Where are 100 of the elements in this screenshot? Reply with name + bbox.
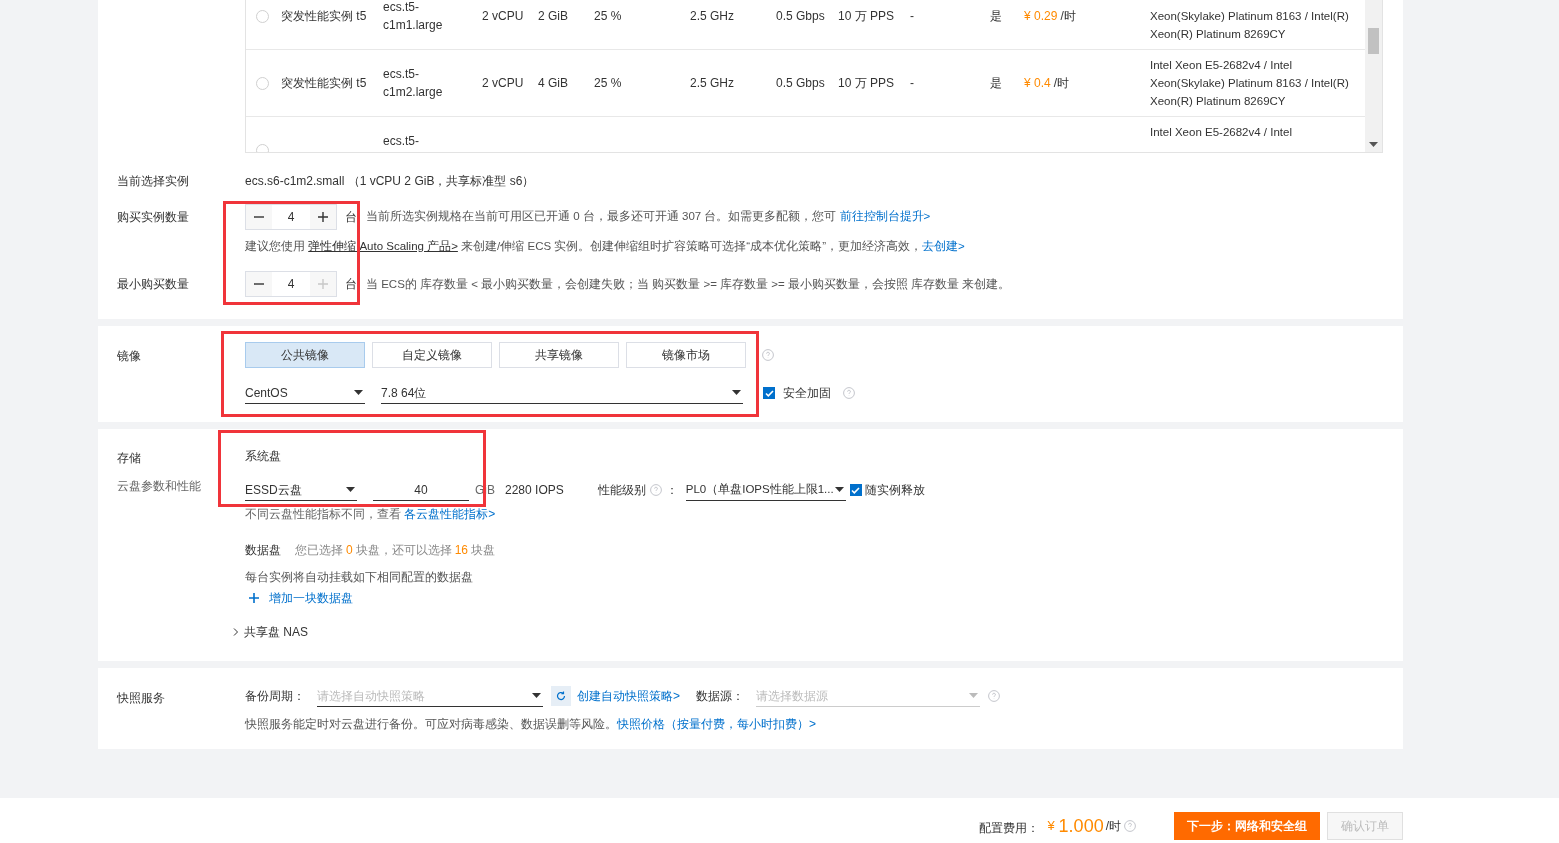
os-select[interactable]: CentOS [245, 382, 365, 405]
field-label: 性能级别 [597, 482, 646, 500]
table-cell-text: ecs.t5-c1m2.large [383, 66, 444, 101]
table-cell: 2 vCPU [482, 9, 524, 23]
image-tab[interactable]: 共享镜像 [499, 342, 619, 369]
caret-icon [346, 487, 355, 493]
iops-text: 2280 IOPS [505, 482, 564, 500]
caret-icon [732, 390, 741, 396]
disk-size-field[interactable]: 40 [373, 479, 469, 502]
price-unit: /时 [1053, 75, 1070, 92]
disk-type-select[interactable]: ESSD云盘 [245, 479, 357, 502]
field-label: 最小购买数量 [117, 276, 190, 294]
price-unit: /时 [1105, 818, 1121, 835]
table-cell-text: ecs.t5-c1m1.large [383, 0, 444, 34]
minus-button[interactable] [246, 205, 272, 229]
table-cell: 25 % [594, 9, 622, 23]
field-label: 当前选择实例 [117, 173, 190, 190]
section-label: 快照服务 [117, 690, 166, 708]
table-cell: 2 vCPU [482, 76, 524, 90]
refresh-button[interactable] [551, 686, 571, 707]
checkbox-label: 安全加固 [783, 385, 831, 403]
chevron-icon [233, 628, 239, 637]
table-cell-text: ecs.t5- [383, 133, 420, 150]
nas-toggle[interactable]: 共享盘 NAS [233, 623, 925, 642]
scroll-down-icon[interactable] [1369, 142, 1378, 147]
plus-icon [318, 212, 328, 222]
checkbox-label: 随实例释放 [864, 482, 925, 500]
caret-icon [834, 487, 844, 493]
caret-icon [969, 693, 978, 699]
section-label: 存储 [117, 450, 142, 468]
table-cell: 10 万 PPS [838, 76, 895, 90]
upgrade-link[interactable]: 前往控制台提升> [839, 210, 931, 223]
disk-title: 数据盘 [245, 542, 281, 560]
section-sublabel: 云盘参数和性能 [117, 478, 202, 496]
quantity-value: 4 [286, 209, 296, 226]
radio-button[interactable] [256, 77, 269, 90]
quota-note: 当前所选实例规格在当前可用区已开通 0 台，最多还可开通 307 台。如需更多配额，您可 前往控制台提升> [366, 209, 931, 225]
current-instance: ecs.s6-c1m2.small （1 vCPU 2 GiB，共享标准型 s6） [245, 173, 535, 190]
version-select[interactable]: 7.8 64位 [381, 382, 743, 405]
minimum-note: 当 ECS的 库存数量 < 最小购买数量，会创建失败；当 购买数量 >= 库存数量 >= 最小购买数量，会按照 库存数量 来创建。 [366, 276, 1011, 292]
table-cell: 2 GiB [538, 9, 568, 23]
plus-button[interactable] [310, 205, 336, 229]
field-label: 备份周期： [245, 688, 305, 706]
pricing-link[interactable]: 快照价格（按量付费，每小时扣费）> [617, 717, 816, 732]
performance-link[interactable]: 各云盘性能指标> [404, 507, 496, 522]
plus-icon [249, 593, 259, 604]
help-icon[interactable] [843, 387, 855, 400]
create-policy-link[interactable]: 创建自动快照策略> [577, 687, 680, 706]
help-icon[interactable] [762, 349, 774, 362]
image-tab[interactable]: 公共镜像 [245, 342, 365, 369]
cost-label: 配置费用： [979, 820, 1040, 837]
help-icon[interactable] [649, 484, 662, 497]
help-icon[interactable] [1124, 820, 1136, 832]
scrollbar[interactable] [1365, 0, 1382, 152]
table-cell-text: Intel Xeon E5-2682v4 / Intel Xeon(Skylake) Platinum 8163 / Intel(R) Xeon(R) Platinum 8269CY [1150, 58, 1350, 109]
section-label: 镜像 [117, 348, 142, 366]
unit-label: 台 [345, 209, 357, 226]
price-text: ¥ 0.29 [1024, 8, 1058, 25]
performance-select[interactable]: PL0（单盘IOPS性能上限1... [685, 479, 846, 502]
refresh-icon [556, 691, 566, 702]
quantity-stepper[interactable]: 4 [245, 271, 337, 298]
minus-button[interactable] [246, 272, 272, 297]
colon-text: ： [665, 482, 678, 500]
scaling-suggestion: 建议您使用 弹性伸缩 Auto Scaling 产品> 来创建/伸缩 ECS 实例。创建伸缩组时扩容策略可选择“成本优化策略”，更加经济高效，去创建> [245, 239, 965, 254]
add-disk-link[interactable]: 增加一块数据盘 [249, 589, 925, 608]
field-label: 购买实例数量 [117, 209, 190, 226]
currency-symbol: ¥ [1047, 817, 1055, 836]
disk-title: 系统盘 [245, 448, 282, 466]
auto-scaling-link[interactable]: 弹性伸缩 Auto Scaling 产品> [308, 240, 458, 252]
table-cell: - [910, 9, 914, 23]
create-link[interactable]: 去创建> [922, 240, 965, 252]
price-text: ¥ 0.4 [1024, 75, 1051, 92]
price-unit: /时 [1060, 8, 1076, 25]
table-cell: 突发性能实例 t5 [281, 9, 367, 23]
disk-note: 不同云盘性能指标不同，查看 各云盘性能指标> [245, 506, 497, 524]
quantity-value: 4 [286, 276, 296, 294]
table-cell: 2.5 GHz [690, 76, 734, 90]
plus-icon [318, 279, 328, 290]
help-icon[interactable] [988, 690, 1000, 703]
radio-button[interactable] [256, 10, 269, 23]
table-cell: 2.5 GHz [690, 9, 734, 23]
snapshot-note: 快照服务能定时对云盘进行备份。可应对病毒感染、数据误删等风险。快照价格（按量付费，每小时扣费）> [245, 716, 817, 734]
scrollbar-thumb[interactable] [1368, 28, 1379, 54]
table-cell-text: Xeon(Skylake) Platinum 8163 / Intel(R) Xeon(R) Platinum 8269CY [1150, 9, 1350, 42]
table-cell: 突发性能实例 t5 [281, 76, 367, 90]
data-disk-info: 您已选择 0 块盘，还可以选择 16 块盘 [295, 542, 496, 560]
image-tab[interactable]: 镜像市场 [626, 342, 746, 369]
table-cell: 0.5 Gbps [776, 76, 825, 90]
quantity-stepper[interactable]: 4 [245, 204, 337, 230]
table-row[interactable]: 突发性能实例 t5 ecs.t5-c1m2.large 2 vCPU 4 GiB 25 % 2.5 GHz 0.5 Gbps 10 万 PPS - 是 ¥ 0.4 /时 Intel Xeon E5-2682v4 / Intel Xeon(Skylake) Platinum 8163 / Intel(R) Xeon(R) Platinum 8269CY [246, 50, 1365, 117]
table-cell: - [910, 76, 914, 90]
caret-icon [532, 693, 541, 699]
table-row[interactable]: 突发性能实例 t5 ecs.t5-c1m1.large 2 vCPU 2 GiB 25 % 2.5 GHz 0.5 Gbps 10 万 PPS - 是 ¥ 0.29 /时 Xeon(Skylake) Platinum 8163 / Intel(R) Xeon(R) Platinum 8269CY [246, 0, 1365, 50]
table-cell: 0.5 Gbps [776, 9, 825, 23]
checkbox[interactable] [849, 484, 862, 497]
table-cell: 是 [990, 76, 1002, 90]
field-label: 数据源： [696, 688, 744, 706]
unit-label: 台 [345, 276, 357, 294]
checkbox[interactable] [763, 387, 775, 400]
image-tab[interactable]: 自定义镜像 [372, 342, 492, 369]
